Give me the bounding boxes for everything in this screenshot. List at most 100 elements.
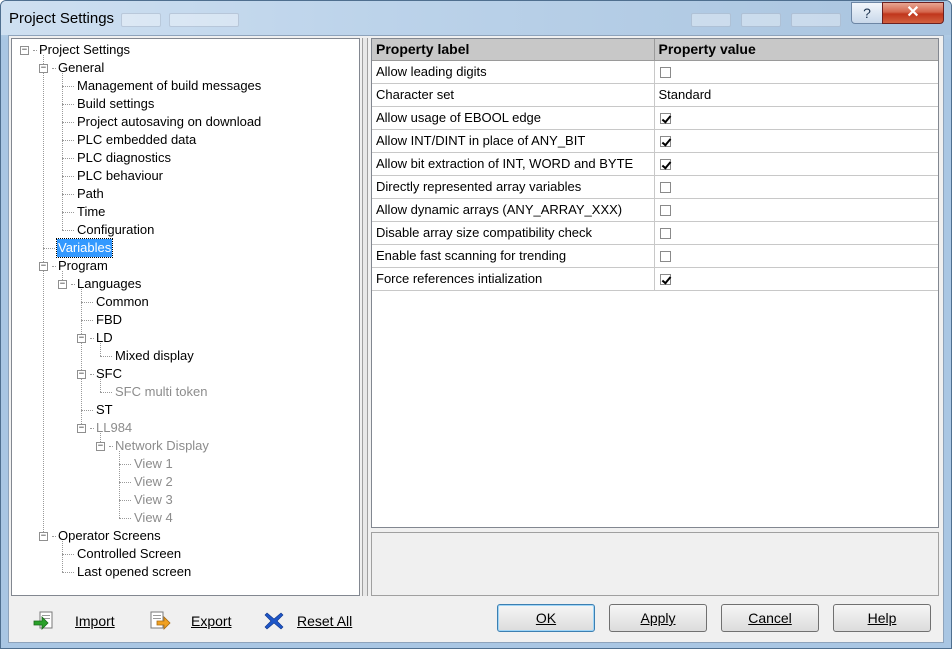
- tree-node[interactable]: PLC diagnostics: [76, 149, 172, 167]
- tree-collapse-toggle[interactable]: −: [39, 262, 48, 271]
- tree-node[interactable]: Variables: [55, 238, 114, 258]
- unchecked-checkbox[interactable]: [659, 251, 671, 263]
- help-button[interactable]: Help: [833, 604, 931, 632]
- tree-node[interactable]: View 3: [133, 491, 174, 509]
- property-value[interactable]: [654, 152, 938, 176]
- tree-node[interactable]: Management of build messages: [76, 77, 262, 95]
- background-glimpse: [691, 13, 731, 27]
- cancel-button[interactable]: Cancel: [721, 604, 819, 632]
- header-property-label[interactable]: Property label: [372, 39, 655, 61]
- tree-node[interactable]: View 1: [133, 455, 174, 473]
- property-row[interactable]: Character set Standard: [372, 83, 938, 107]
- tree-node[interactable]: Path: [76, 185, 105, 203]
- property-row[interactable]: Allow leading digits: [372, 60, 938, 84]
- tree-node[interactable]: View 2: [133, 473, 174, 491]
- tree-node[interactable]: SFC: [95, 365, 123, 383]
- property-row[interactable]: Allow INT/DINT in place of ANY_BIT: [372, 129, 938, 153]
- property-label: Character set: [372, 83, 655, 107]
- tree-collapse-toggle[interactable]: −: [39, 64, 48, 73]
- tree-node[interactable]: Controlled Screen: [76, 545, 182, 563]
- property-row[interactable]: Force references intialization: [372, 267, 938, 291]
- tree-node[interactable]: FBD: [95, 311, 123, 329]
- unchecked-checkbox[interactable]: [659, 228, 671, 240]
- tree-collapse-toggle[interactable]: −: [77, 424, 86, 433]
- property-row[interactable]: Allow usage of EBOOL edge: [372, 106, 938, 130]
- tree-node[interactable]: ST: [95, 401, 114, 419]
- ok-button[interactable]: OK: [497, 604, 595, 632]
- tree-collapse-toggle[interactable]: −: [39, 532, 48, 541]
- property-value[interactable]: [654, 175, 938, 199]
- property-value[interactable]: [654, 244, 938, 268]
- tree-node[interactable]: Languages: [76, 275, 142, 293]
- tree-connector: [119, 500, 131, 501]
- tree-node[interactable]: Configuration: [76, 221, 155, 239]
- title-bar[interactable]: Project Settings ? ✕: [1, 1, 951, 35]
- tree-node[interactable]: Project Settings: [38, 41, 131, 59]
- tree-node[interactable]: Common: [95, 293, 150, 311]
- property-value[interactable]: [654, 221, 938, 245]
- tree-collapse-toggle[interactable]: −: [77, 370, 86, 379]
- close-button[interactable]: ✕: [882, 2, 944, 24]
- export-label: Export: [191, 613, 232, 629]
- tree-node[interactable]: Network Display: [114, 437, 210, 455]
- tree-node[interactable]: Build settings: [76, 95, 155, 113]
- tree-node[interactable]: Project autosaving on download: [76, 113, 262, 131]
- tree-collapse-toggle[interactable]: −: [58, 280, 67, 289]
- import-button[interactable]: Import: [33, 608, 115, 634]
- checked-checkbox[interactable]: [659, 136, 671, 148]
- property-row[interactable]: Disable array size compatibility check: [372, 221, 938, 245]
- checked-checkbox[interactable]: [659, 113, 671, 125]
- property-label: Allow leading digits: [372, 60, 655, 84]
- tree-node[interactable]: General: [57, 59, 105, 77]
- property-label: Allow bit extraction of INT, WORD and BY…: [372, 152, 655, 176]
- tree-connector: [81, 320, 93, 321]
- tree-node[interactable]: LD: [95, 329, 114, 347]
- checked-checkbox[interactable]: [659, 274, 671, 286]
- checked-checkbox[interactable]: [659, 159, 671, 171]
- property-value[interactable]: [654, 106, 938, 130]
- apply-button[interactable]: Apply: [609, 604, 707, 632]
- tree-node[interactable]: View 4: [133, 509, 174, 527]
- tree-collapse-toggle[interactable]: −: [96, 442, 105, 451]
- property-row[interactable]: Allow dynamic arrays (ANY_ARRAY_XXX): [372, 198, 938, 222]
- tree-connector: [62, 104, 74, 105]
- property-row[interactable]: Directly represented array variables: [372, 175, 938, 199]
- property-value[interactable]: [654, 60, 938, 84]
- tree-connector: [119, 464, 131, 465]
- reset-all-button[interactable]: Reset All: [263, 608, 352, 634]
- tree-node[interactable]: Program: [57, 257, 109, 275]
- property-value[interactable]: Standard: [654, 83, 938, 107]
- property-value[interactable]: [654, 198, 938, 222]
- tree-node[interactable]: Operator Screens: [57, 527, 162, 545]
- unchecked-checkbox[interactable]: [659, 182, 671, 194]
- settings-tree[interactable]: − Project Settings − General Management of b…: [11, 38, 360, 596]
- tree-node[interactable]: PLC embedded data: [76, 131, 197, 149]
- property-label: Allow INT/DINT in place of ANY_BIT: [372, 129, 655, 153]
- pane-splitter[interactable]: [362, 38, 368, 596]
- unchecked-checkbox[interactable]: [659, 205, 671, 217]
- tree-collapse-toggle[interactable]: −: [20, 46, 29, 55]
- unchecked-checkbox[interactable]: [659, 67, 671, 79]
- property-value[interactable]: [654, 267, 938, 291]
- tree-node[interactable]: PLC behaviour: [76, 167, 164, 185]
- tree-connector: [100, 356, 112, 357]
- property-row[interactable]: Enable fast scanning for trending: [372, 244, 938, 268]
- import-label: Import: [75, 613, 115, 629]
- tree-node[interactable]: Last opened screen: [76, 563, 192, 581]
- tree-collapse-toggle[interactable]: −: [77, 334, 86, 343]
- tree-node[interactable]: Time: [76, 203, 106, 221]
- dialog-client: − Project Settings − General Management of b…: [8, 35, 944, 643]
- tree-node[interactable]: Mixed display: [114, 347, 195, 365]
- property-label: Force references intialization: [372, 267, 655, 291]
- tree-connector: [52, 68, 56, 69]
- tree-connector: [43, 248, 55, 249]
- tree-node[interactable]: SFC multi token: [114, 383, 208, 401]
- header-property-value[interactable]: Property value: [654, 39, 938, 61]
- property-value[interactable]: [654, 129, 938, 153]
- property-row[interactable]: Allow bit extraction of INT, WORD and BY…: [372, 152, 938, 176]
- help-title-button[interactable]: ?: [851, 2, 883, 24]
- export-button[interactable]: Export: [149, 608, 231, 634]
- tree-connector: [62, 572, 74, 573]
- tree-node[interactable]: LL984: [95, 419, 133, 437]
- tree-connector: [62, 212, 74, 213]
